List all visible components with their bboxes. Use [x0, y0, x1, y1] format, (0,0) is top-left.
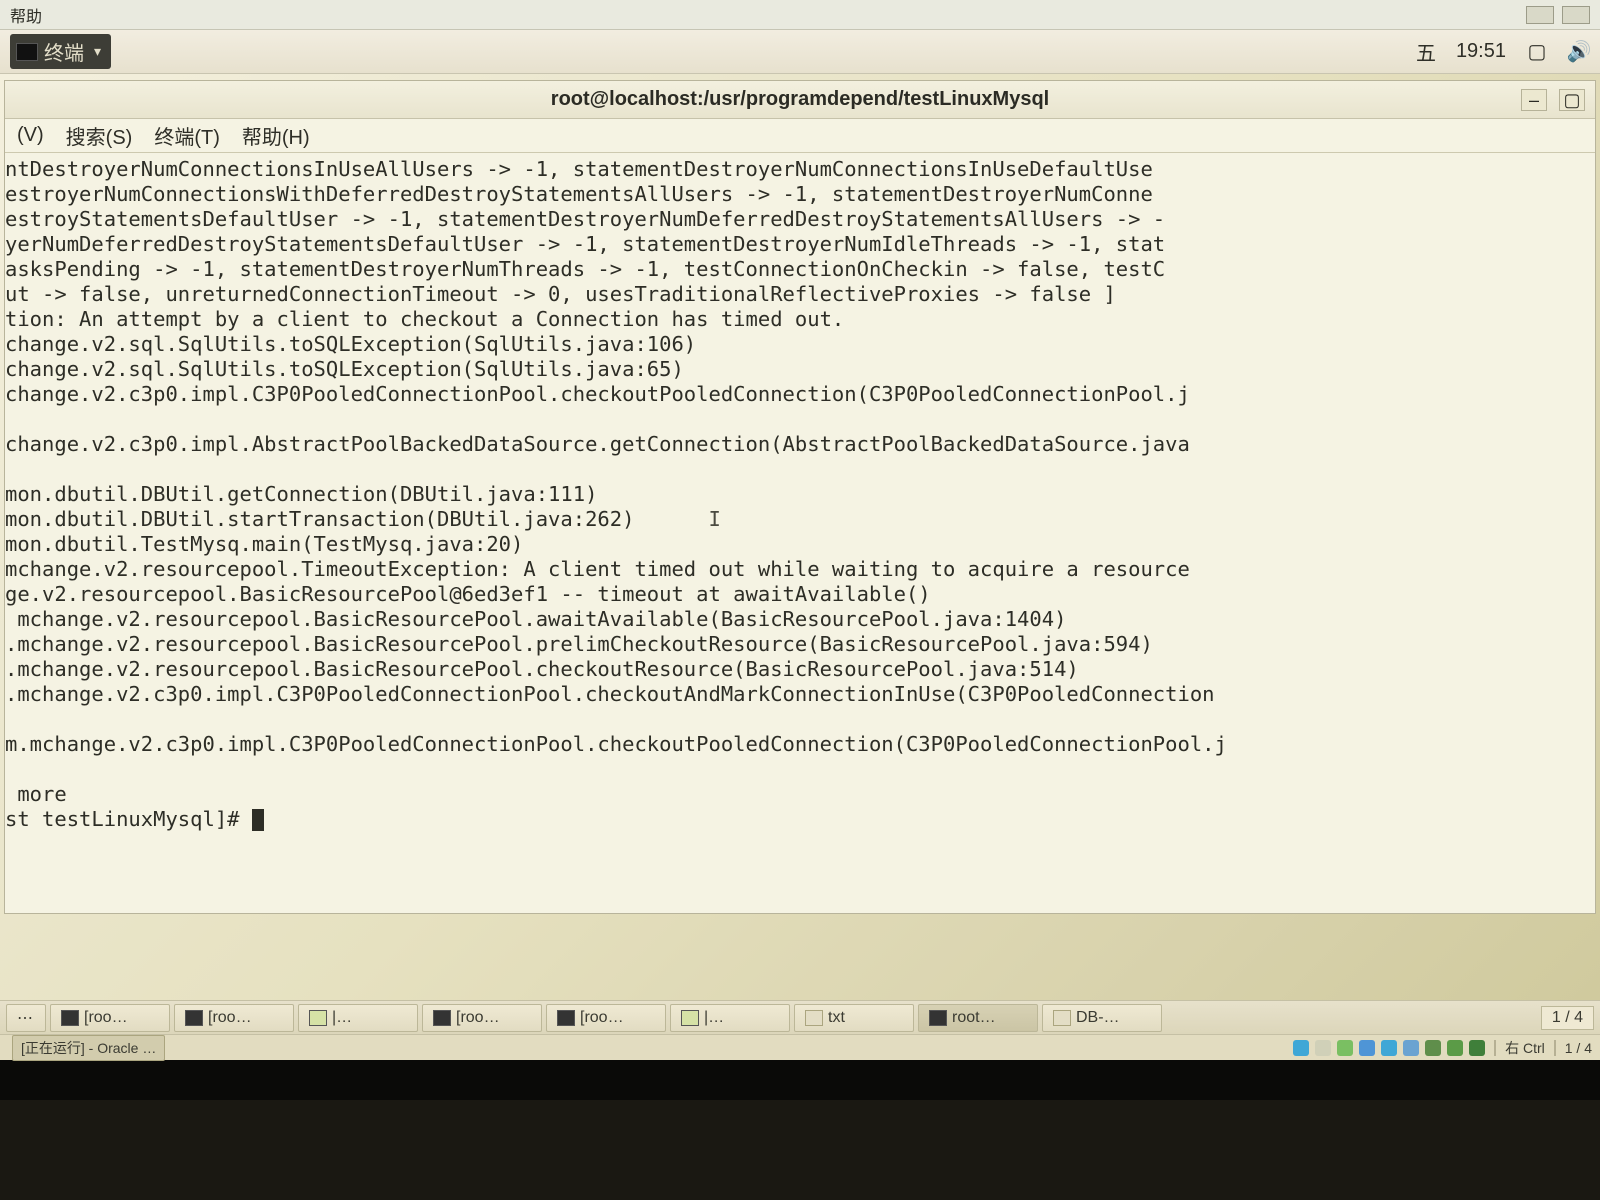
editor-icon	[1053, 1010, 1071, 1026]
host-workspace: 1 / 4	[1565, 1040, 1592, 1056]
terminal-line: asksPending -> -1, statementDestroyerNum…	[5, 257, 1595, 282]
taskbar-item-label: root…	[952, 1009, 996, 1027]
terminal-line: st testLinuxMysql]#	[5, 807, 1595, 832]
terminal-icon	[433, 1010, 451, 1026]
terminal-line: ge.v2.resourcepool.BasicResourcePool@6ed…	[5, 582, 1595, 607]
taskbar-item-label: |…	[704, 1009, 724, 1027]
taskbar-item[interactable]: DB-…	[1042, 1004, 1162, 1032]
textfile-icon	[805, 1010, 823, 1026]
clock-day: 五	[1416, 37, 1436, 66]
terminal-launcher-label: 终端	[44, 37, 84, 66]
chevron-down-icon: ▾	[94, 43, 101, 60]
taskbar-item-label: [roo…	[84, 1009, 128, 1027]
terminal-line: change.v2.c3p0.impl.AbstractPoolBackedDa…	[5, 432, 1595, 457]
gnome-bottom-panel: ⋯ [roo… [roo… |… [roo… [roo… |… txt root…	[0, 1000, 1600, 1034]
text-cursor-icon: I	[709, 507, 719, 532]
terminal-line: mon.dbutil.TestMysq.main(TestMysq.java:2…	[5, 532, 1595, 557]
taskbar-item[interactable]: |…	[670, 1004, 790, 1032]
terminal-output[interactable]: ntDestroyerNumConnectionsInUseAllUsers -…	[5, 153, 1595, 913]
maximize-button[interactable]: ▢	[1559, 89, 1585, 111]
screen-icon[interactable]: ▢	[1526, 41, 1548, 63]
terminal-cursor	[252, 809, 264, 831]
taskbar-item[interactable]: [roo…	[422, 1004, 542, 1032]
terminal-line	[5, 707, 1595, 732]
taskbar-show-desktop[interactable]: ⋯	[6, 1004, 46, 1032]
terminal-line	[5, 407, 1595, 432]
host-taskbar: [正在运行] - Oracle … 右 Ctrl 1 / 4	[0, 1034, 1600, 1060]
terminal-line: tion: An attempt by a client to checkout…	[5, 307, 1595, 332]
terminal-line: estroyerNumConnectionsWithDeferredDestro…	[5, 182, 1595, 207]
tray-icon[interactable]	[1403, 1040, 1419, 1056]
terminal-line: .mchange.v2.resourcepool.BasicResourcePo…	[5, 632, 1595, 657]
taskbar-item-label: DB-…	[1076, 1009, 1120, 1027]
host-help-menu[interactable]: 帮助	[10, 3, 42, 27]
menu-terminal[interactable]: 终端(T)	[154, 121, 220, 150]
taskbar-item-label: [roo…	[456, 1009, 500, 1027]
terminal-window: root@localhost:/usr/programdepend/testLi…	[4, 80, 1596, 914]
taskbar-item-label: |…	[332, 1009, 352, 1027]
tray-separator	[1494, 1040, 1496, 1056]
terminal-icon	[16, 43, 38, 61]
terminal-line: .mchange.v2.c3p0.impl.C3P0PooledConnecti…	[5, 682, 1595, 707]
terminal-line: estroyStatementsDefaultUser -> -1, state…	[5, 207, 1595, 232]
terminal-icon	[185, 1010, 203, 1026]
tray-icon[interactable]	[1425, 1040, 1441, 1056]
tray-separator	[1554, 1040, 1556, 1056]
terminal-line: change.v2.sql.SqlUtils.toSQLException(Sq…	[5, 357, 1595, 382]
tray-icon[interactable]	[1293, 1040, 1309, 1056]
taskbar-item-label: [roo…	[208, 1009, 252, 1027]
taskbar-item[interactable]: [roo…	[50, 1004, 170, 1032]
app-icon	[309, 1010, 327, 1026]
vm-screen: 帮助 终端 ▾ 五 19:51 ▢ 🔊 root@localhost:/usr/…	[0, 0, 1600, 1100]
host-right-ctrl: 右 Ctrl	[1505, 1038, 1545, 1058]
terminal-launcher[interactable]: 终端 ▾	[10, 34, 111, 69]
terminal-icon	[61, 1010, 79, 1026]
terminal-line: ut -> false, unreturnedConnectionTimeout…	[5, 282, 1595, 307]
terminal-line: mchange.v2.resourcepool.BasicResourcePoo…	[5, 607, 1595, 632]
terminal-line: .mchange.v2.resourcepool.BasicResourcePo…	[5, 657, 1595, 682]
terminal-line: ntDestroyerNumConnectionsInUseAllUsers -…	[5, 157, 1595, 182]
terminal-icon	[557, 1010, 575, 1026]
taskbar-item-label: [roo…	[580, 1009, 624, 1027]
terminal-line: mchange.v2.resourcepool.TimeoutException…	[5, 557, 1595, 582]
taskbar-item[interactable]: txt	[794, 1004, 914, 1032]
tray-icon[interactable]	[1447, 1040, 1463, 1056]
terminal-line: more	[5, 782, 1595, 807]
tray-icon[interactable]	[1381, 1040, 1397, 1056]
host-min-button[interactable]	[1526, 6, 1554, 24]
tray-icon[interactable]	[1469, 1040, 1485, 1056]
tray-icon[interactable]	[1359, 1040, 1375, 1056]
terminal-menubar: (V) 搜索(S) 终端(T) 帮助(H)	[5, 119, 1595, 153]
app-icon	[681, 1010, 699, 1026]
gnome-top-panel: 终端 ▾ 五 19:51 ▢ 🔊	[0, 30, 1600, 74]
minimize-button[interactable]: –	[1521, 89, 1547, 111]
terminal-line: m.mchange.v2.c3p0.impl.C3P0PooledConnect…	[5, 732, 1595, 757]
terminal-icon	[929, 1010, 947, 1026]
terminal-line	[5, 457, 1595, 482]
host-max-button[interactable]	[1562, 6, 1590, 24]
host-titlebar: 帮助	[0, 0, 1600, 30]
menu-help[interactable]: 帮助(H)	[242, 121, 310, 150]
taskbar-item[interactable]: [roo…	[546, 1004, 666, 1032]
volume-icon[interactable]: 🔊	[1568, 41, 1590, 63]
taskbar-item-label: txt	[828, 1009, 845, 1027]
host-task-virtualbox[interactable]: [正在运行] - Oracle …	[12, 1035, 165, 1061]
workspace-switcher[interactable]: 1 / 4	[1541, 1006, 1594, 1030]
clock-time: 19:51	[1456, 40, 1506, 63]
terminal-line: yerNumDeferredDestroyStatementsDefaultUs…	[5, 232, 1595, 257]
terminal-line	[5, 757, 1595, 782]
taskbar-item[interactable]: root…	[918, 1004, 1038, 1032]
terminal-title: root@localhost:/usr/programdepend/testLi…	[551, 88, 1049, 111]
tray-icon[interactable]	[1315, 1040, 1331, 1056]
menu-view[interactable]: (V)	[17, 124, 44, 147]
terminal-line: mon.dbutil.DBUtil.startTransaction(DBUti…	[5, 507, 1595, 532]
taskbar-item[interactable]: |…	[298, 1004, 418, 1032]
menu-search[interactable]: 搜索(S)	[66, 121, 133, 150]
tray-icon[interactable]	[1337, 1040, 1353, 1056]
terminal-line: mon.dbutil.DBUtil.getConnection(DBUtil.j…	[5, 482, 1595, 507]
terminal-line: change.v2.c3p0.impl.C3P0PooledConnection…	[5, 382, 1595, 407]
taskbar-item[interactable]: [roo…	[174, 1004, 294, 1032]
terminal-titlebar[interactable]: root@localhost:/usr/programdepend/testLi…	[5, 81, 1595, 119]
terminal-line: change.v2.sql.SqlUtils.toSQLException(Sq…	[5, 332, 1595, 357]
